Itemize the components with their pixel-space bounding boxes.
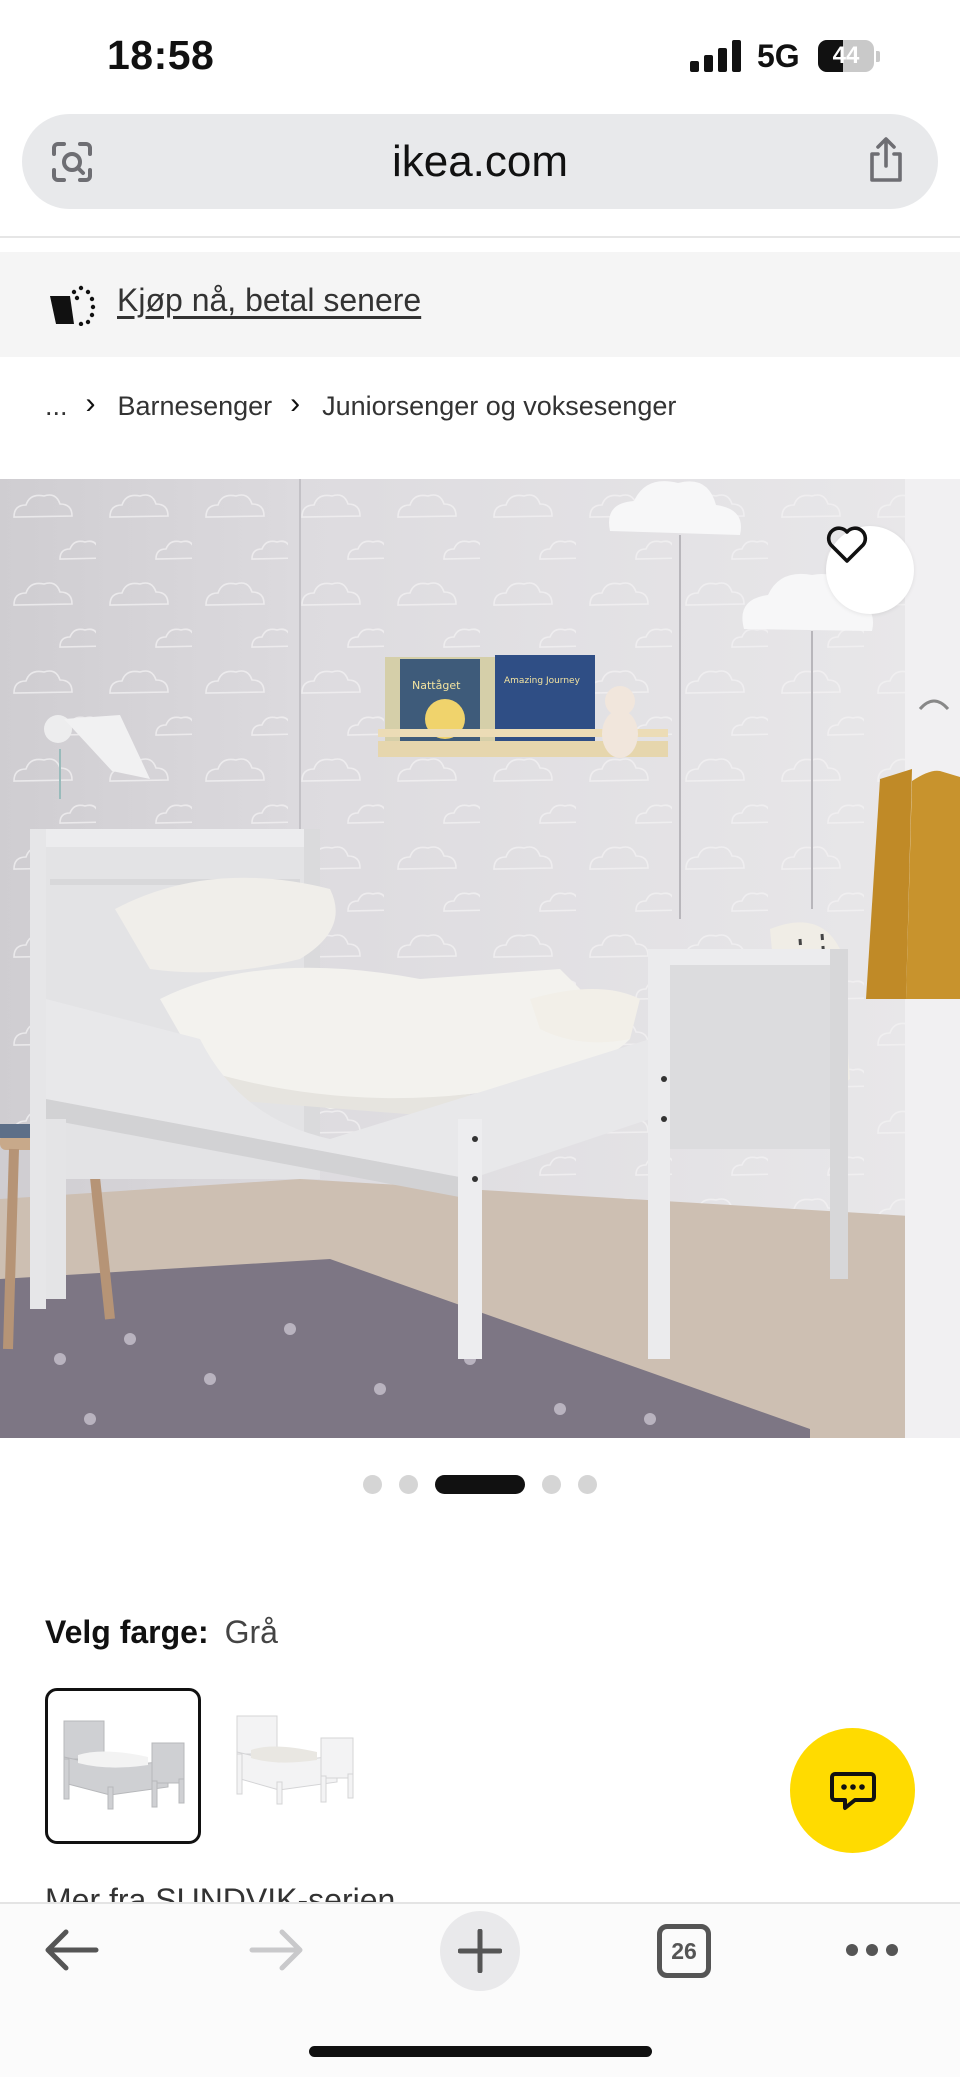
breadcrumb-item-barnesenger[interactable]: Barnesenger [118,391,273,422]
pay-later-link[interactable]: Kjøp nå, betal senere [117,282,421,319]
color-selector: Velg farge: Grå [45,1614,278,1651]
battery-icon: 44 [818,40,880,72]
more-icon[interactable] [844,1941,900,1959]
color-swatch-white[interactable] [213,1688,369,1844]
product-image[interactable]: Nattåget Amazing Journey [0,479,960,1438]
carousel-dot[interactable] [363,1474,382,1494]
status-time: 18:58 [107,32,215,78]
book-title-1: Nattåget [412,679,461,692]
color-label: Velg farge: [45,1614,209,1650]
breadcrumb: ... › Barnesenger › Juniorsenger og voks… [45,387,676,424]
address-bar[interactable]: ikea.com [22,114,938,209]
carousel-dot[interactable] [542,1474,561,1494]
divider [0,236,960,238]
breadcrumb-item-juniorsenger[interactable]: Juniorsenger og voksesenger [322,391,676,422]
tabs-count: 26 [671,1937,697,1964]
forward-icon[interactable] [248,1928,304,1972]
status-bar: 18:58 5G 44 [0,0,960,112]
new-tab-button[interactable] [440,1911,520,1991]
pay-later-banner[interactable]: Kjøp nå, betal senere [0,252,960,357]
carousel-dot[interactable] [578,1474,597,1494]
chat-icon [829,1771,876,1810]
signal-icon [690,40,742,72]
chevron-right-icon: › [290,387,301,420]
plus-icon [458,1929,502,1973]
carousel-dot[interactable] [399,1474,418,1494]
chevron-right-icon: › [85,387,96,420]
network-type: 5G [757,38,800,74]
book-title-2: Amazing Journey [504,676,581,686]
breadcrumb-ellipsis[interactable]: ... [45,391,68,422]
chat-button[interactable] [790,1728,915,1853]
url-domain[interactable]: ikea.com [22,114,938,209]
heart-icon [826,526,868,563]
color-swatch-gray[interactable] [45,1688,201,1844]
share-icon[interactable] [864,136,908,184]
favorite-button[interactable] [826,526,914,614]
home-indicator [309,2046,652,2057]
carousel-dot[interactable] [435,1474,525,1494]
battery-level: 44 [832,42,860,69]
cart-icon [50,285,96,326]
carousel-indicator [0,1474,960,1494]
back-icon[interactable] [44,1928,100,1972]
tabs-icon[interactable]: 26 [657,1924,711,1978]
color-value: Grå [224,1614,278,1650]
